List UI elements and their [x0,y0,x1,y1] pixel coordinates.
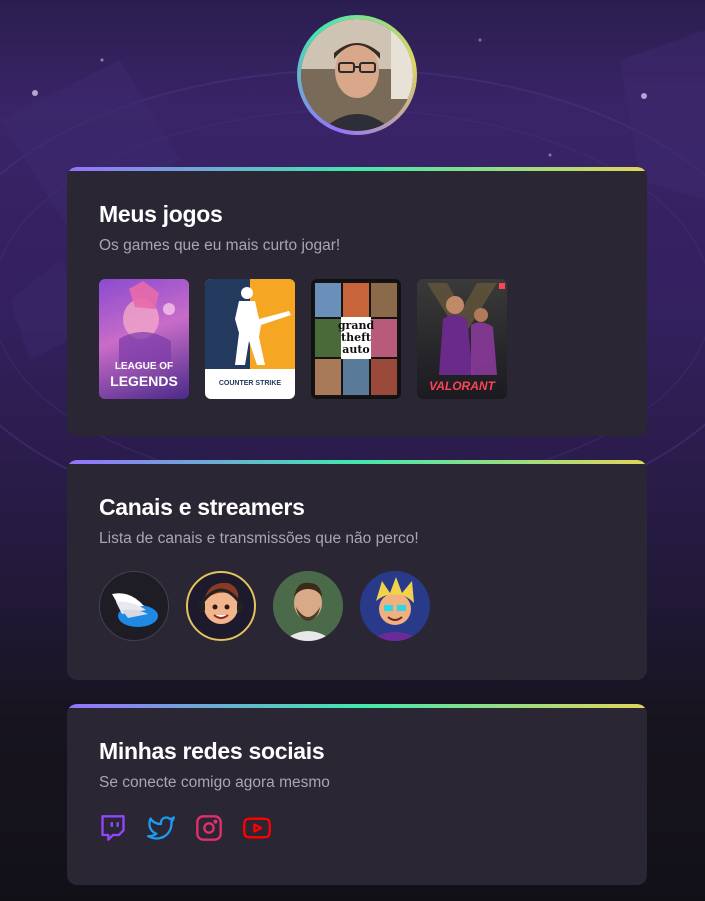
games-card-subtitle: Os games que eu mais curto jogar! [99,237,341,254]
profile-photo-icon [301,19,413,131]
bearded-man-avatar [273,571,343,641]
game-lol-label-1: LEAGUE OF [114,361,174,372]
winged-logo-avatar [112,593,158,627]
youtube-link[interactable] [243,814,271,842]
game-league-of-legends[interactable]: LEAGUE OF LEGENDS [99,279,189,399]
cartoon-blond-avatar [360,571,430,641]
instagram-link[interactable] [195,814,223,842]
games-card: Meus jogos Os games que eu mais curto jo… [67,167,647,436]
games-list: LEAGUE OF LEGENDS COUNTER STRIKE grand t… [99,279,615,399]
twitter-icon [147,816,175,840]
profile-photo [301,19,413,131]
socials-card: Minhas redes sociais Se conecte comigo a… [67,704,647,885]
game-lol-label-2: LEGENDS [110,373,178,389]
game-cs-label: COUNTER STRIKE [218,380,282,387]
channel-avatar-2[interactable] [186,571,256,641]
twitch-link[interactable] [99,814,127,842]
twitch-icon [101,815,125,841]
game-counter-strike[interactable]: COUNTER STRIKE [205,279,295,399]
channel-avatar-1[interactable] [99,571,169,641]
games-card-title: Meus jogos [99,201,223,227]
game-gta-v[interactable]: grand theft auto [311,279,401,399]
instagram-icon [196,815,222,841]
game-valorant[interactable]: VALORANT [417,279,507,399]
channels-list [99,571,615,641]
channels-card-title: Canais e streamers [99,494,305,520]
profile-avatar-ring [297,15,417,135]
channel-avatar-4[interactable] [360,571,430,641]
youtube-icon [243,817,271,839]
game-valorant-label: VALORANT [429,379,495,393]
cartoon-headset-avatar [199,582,243,624]
channels-card-subtitle: Lista de canais e transmissões que não p… [99,530,419,547]
socials-card-subtitle: Se conecte comigo agora mesmo [99,774,330,791]
channels-card: Canais e streamers Lista de canais e tra… [67,460,647,680]
twitter-link[interactable] [147,814,175,842]
channel-avatar-3[interactable] [273,571,343,641]
socials-card-title: Minhas redes sociais [99,738,325,764]
socials-list [99,814,615,842]
game-gta-label-3: auto [342,343,370,356]
